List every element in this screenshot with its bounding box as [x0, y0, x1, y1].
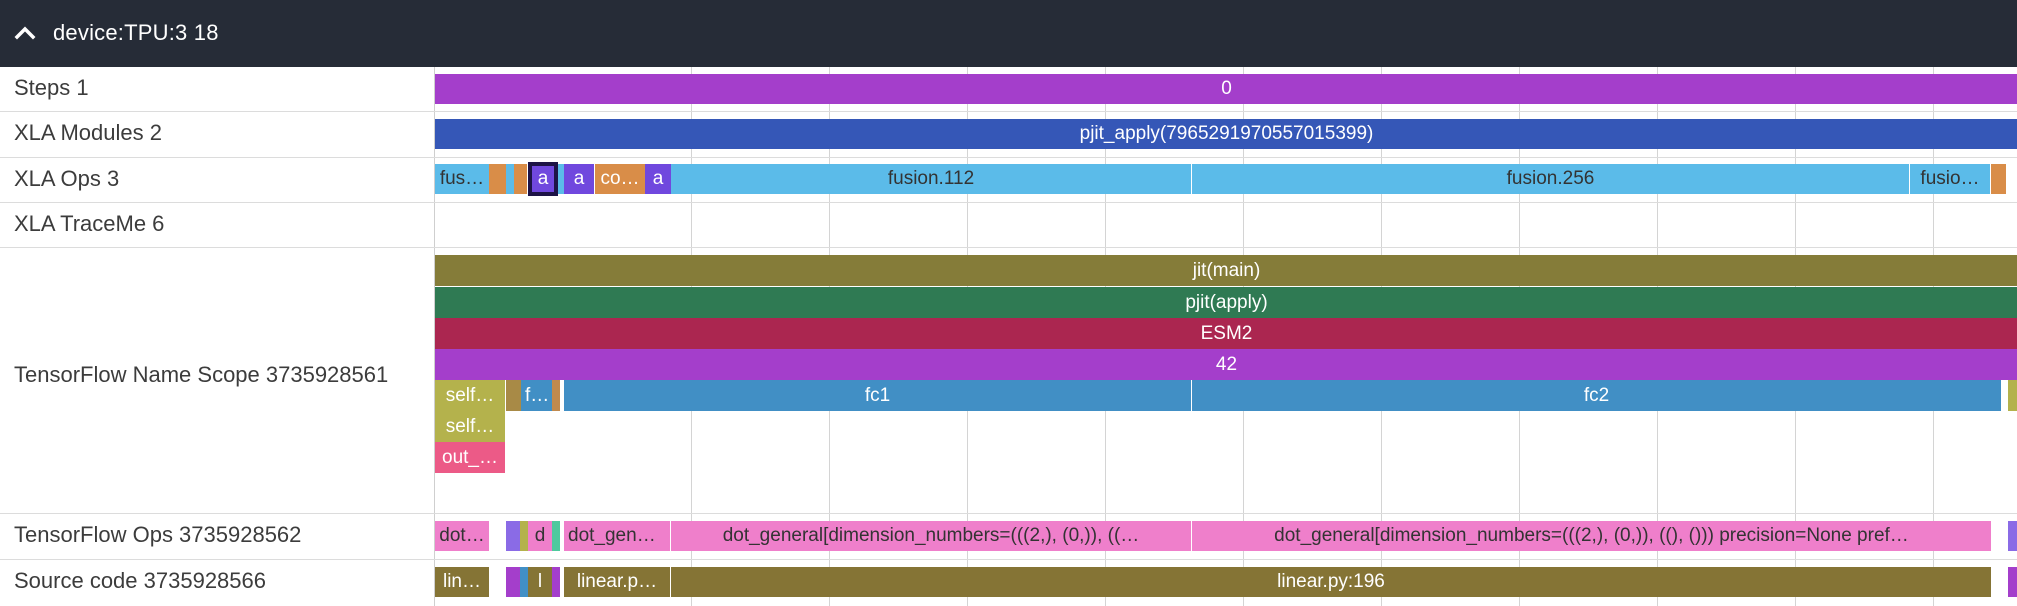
event-tf-dot-general-b[interactable]: dot_general[dimension_numbers=(((2,), (0… [1192, 521, 1991, 551]
event-op-co[interactable]: co… [595, 164, 645, 194]
row-label-name-scope: TensorFlow Name Scope 3735928561 [14, 362, 389, 387]
event-esm2[interactable]: ESM2 [435, 318, 2017, 349]
lane-name-scope: jit(main) pjit(apply) ESM2 42 self… f… f… [434, 248, 2017, 513]
row-xla-modules: XLA Modules 2 pjit_apply(796529197055701… [0, 112, 2017, 158]
event-self-1[interactable]: self… [435, 380, 505, 411]
event-src-l[interactable]: l [528, 567, 552, 597]
event-fc1[interactable]: fc1 [564, 380, 1191, 411]
device-header[interactable]: device:TPU:3 18 [0, 0, 2017, 67]
event-op-orange-2[interactable] [514, 164, 527, 194]
event-tf-olive[interactable] [520, 521, 528, 551]
event-tf-d[interactable]: d [528, 521, 552, 551]
event-step-0[interactable]: 0 [435, 74, 2017, 104]
row-label-tf-ops: TensorFlow Ops 3735928562 [14, 522, 302, 547]
row-steps: Steps 1 0 [0, 67, 2017, 112]
event-module[interactable]: pjit_apply(7965291970557015399) [435, 119, 2017, 149]
event-scope-brown[interactable] [506, 380, 521, 411]
event-op-orange-3[interactable] [1991, 164, 2006, 194]
event-src-purple-2[interactable] [552, 567, 560, 597]
event-src-purple[interactable] [506, 567, 520, 597]
event-scope-42[interactable]: 42 [435, 349, 2017, 380]
event-src-blue[interactable] [520, 567, 528, 597]
event-op-blue-1[interactable] [506, 164, 514, 194]
event-op-fusio[interactable]: fusio… [1910, 164, 1990, 194]
event-src-linear-p[interactable]: linear.p… [564, 567, 670, 597]
event-op-fusion-256[interactable]: fusion.256 [1192, 164, 1909, 194]
device-title: device:TPU:3 18 [53, 20, 219, 45]
row-tf-ops: TensorFlow Ops 3735928562 dot… d dot_gen… [0, 514, 2017, 560]
row-source-code: Source code 3735928566 lin… l linear.p… … [0, 560, 2017, 606]
row-label-steps: Steps 1 [14, 75, 89, 100]
event-f[interactable]: f… [521, 380, 552, 411]
row-label-xla-ops: XLA Ops 3 [14, 166, 120, 191]
row-xla-traceme: XLA TraceMe 6 [0, 203, 2017, 248]
event-jit-main[interactable]: jit(main) [435, 255, 2017, 286]
event-tf-green[interactable] [552, 521, 560, 551]
chevron-up-icon[interactable] [12, 20, 38, 46]
event-src-tail[interactable] [2008, 567, 2017, 597]
event-self-2[interactable]: self… [435, 411, 505, 442]
event-tf-dot-1[interactable]: dot… [435, 521, 489, 551]
event-op-fus[interactable]: fus… [435, 164, 489, 194]
event-pjit-apply[interactable]: pjit(apply) [435, 287, 2017, 318]
row-xla-ops: XLA Ops 3 fus… a a co… a fusion.112 fusi… [0, 158, 2017, 203]
row-name-scope: TensorFlow Name Scope 3735928561 jit(mai… [0, 248, 2017, 514]
event-op-fusion-112[interactable]: fusion.112 [671, 164, 1191, 194]
event-op-a-3[interactable]: a [645, 164, 671, 194]
event-tf-purple-1[interactable] [506, 521, 520, 551]
row-label-xla-modules: XLA Modules 2 [14, 120, 162, 145]
event-fc2[interactable]: fc2 [1192, 380, 2001, 411]
lane-steps: 0 [434, 67, 2017, 111]
event-tf-dot-general-a[interactable]: dot_general[dimension_numbers=(((2,), (0… [671, 521, 1191, 551]
lane-xla-traceme [434, 203, 2017, 247]
event-tf-dot-gene[interactable]: dot_gene… [564, 521, 670, 551]
lane-tf-ops: dot… d dot_gene… dot_general[dimension_n… [434, 514, 2017, 559]
event-tf-purple-2[interactable] [2008, 521, 2017, 551]
timeline-rows: Steps 1 0 XLA Modules 2 pjit_apply(79652… [0, 67, 2017, 606]
lane-xla-modules: pjit_apply(7965291970557015399) [434, 112, 2017, 157]
event-src-linear-196[interactable]: linear.py:196 [671, 567, 1991, 597]
event-op-a-2[interactable]: a [564, 164, 594, 194]
event-scope-small[interactable] [552, 380, 560, 411]
event-scope-tail[interactable] [2008, 380, 2017, 411]
lane-source-code: lin… l linear.p… linear.py:196 [434, 560, 2017, 606]
row-label-xla-traceme: XLA TraceMe 6 [14, 211, 165, 236]
event-out[interactable]: out_… [435, 442, 505, 473]
row-label-source-code: Source code 3735928566 [14, 568, 266, 593]
event-op-a-selected[interactable]: a [528, 162, 558, 196]
event-src-lin[interactable]: lin… [435, 567, 489, 597]
event-op-orange-1[interactable] [489, 164, 506, 194]
lane-xla-ops: fus… a a co… a fusion.112 fusion.256 fus… [434, 158, 2017, 202]
